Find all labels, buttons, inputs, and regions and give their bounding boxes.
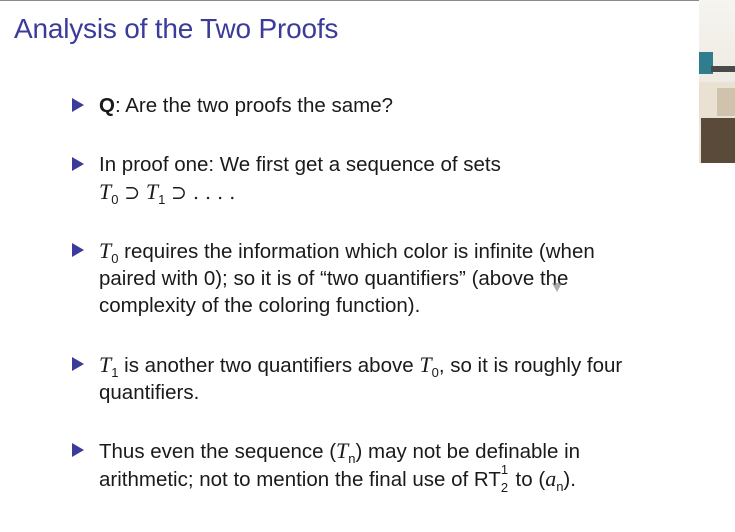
bullet-triangle-icon [72,98,84,112]
bullet-text: T0 requires the information which color … [99,238,595,317]
webcam-thumbnail [699,0,735,163]
mouse-cursor [552,283,562,292]
bullet-text: Thus even the sequence (Tn) may not be d… [99,438,581,495]
top-border [0,0,735,1]
bullet-triangle-icon [72,443,84,457]
bullet-text: In proof one: We first get a sequence of… [99,153,501,208]
bullet-triangle-icon [72,243,84,257]
bullet-text: Q: Are the two proofs the same? [99,94,393,117]
bullet-triangle-icon [72,357,84,371]
bullet-text: T1 is another two quantifiers above T0, … [99,352,623,404]
bullet-triangle-icon [72,157,84,171]
slide-title: Analysis of the Two Proofs [14,13,339,44]
